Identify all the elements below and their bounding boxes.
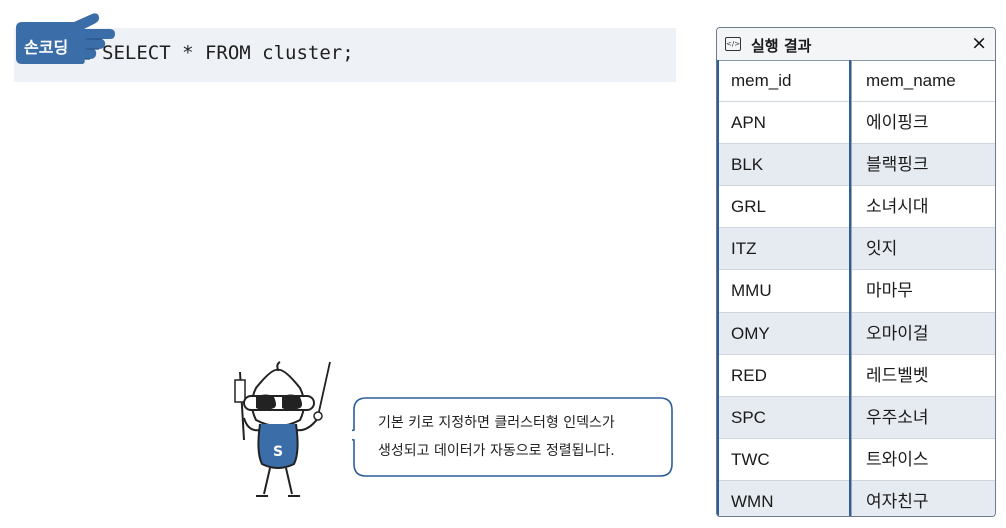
table-row: GRL 소녀시대 — [717, 186, 995, 229]
cell-mem-id: BLK — [731, 155, 764, 175]
cell-mem-name: 소녀시대 — [866, 197, 929, 217]
table-row: TWC 트와이스 — [717, 439, 995, 481]
cell-mem-id: APN — [731, 113, 766, 133]
result-panel: </> 실행 결과 × mem_id mem_name APN 에이핑크 BLK 블랙핑크… — [716, 27, 996, 517]
badge-label: 손코딩 — [24, 38, 69, 57]
result-panel-header: </> 실행 결과 × — [717, 28, 995, 61]
cell-mem-id: OMY — [731, 323, 770, 343]
table-row: SPC 우주소녀 — [717, 396, 995, 439]
cell-mem-id: RED — [731, 365, 767, 385]
table-row: RED 레드벨벳 — [717, 355, 995, 397]
speech-bubble-shape — [352, 397, 673, 477]
cell-mem-name: 우주소녀 — [866, 407, 929, 427]
cell-mem-name: 트와이스 — [866, 449, 929, 469]
table-header-row: mem_id mem_name — [717, 60, 995, 103]
cell-mem-name: 여자친구 — [866, 491, 929, 511]
cell-mem-id: ITZ — [731, 239, 757, 259]
hand-coding-badge: 손코딩 — [14, 12, 116, 66]
cell-mem-name: 에이핑크 — [866, 113, 929, 133]
column-header-mem-id: mem_id — [731, 71, 792, 90]
code-window-icon: </> — [725, 37, 741, 51]
table-row: MMU 마마무 — [717, 270, 995, 313]
cell-mem-id: GRL — [731, 197, 766, 217]
cell-mem-id: TWC — [731, 449, 770, 469]
table-row: APN 에이핑크 — [717, 102, 995, 145]
cell-mem-name: 잇지 — [866, 239, 898, 259]
table-row: ITZ 잇지 — [717, 228, 995, 271]
table-row: WMN 여자친구 — [717, 480, 995, 516]
cell-mem-name: 블랙핑크 — [866, 155, 929, 175]
cell-mem-name: 오마이걸 — [866, 323, 929, 343]
table-row: BLK 블랙핑크 — [717, 144, 995, 187]
callout-line-1: 기본 키로 지정하면 클러스터형 인덱스가 — [378, 415, 615, 431]
cell-mem-id: SPC — [731, 407, 766, 427]
column-header-mem-name: mem_name — [866, 71, 956, 90]
mascot-icon: S — [234, 361, 331, 497]
result-table: mem_id mem_name APN 에이핑크 BLK 블랙핑크 GRL 소녀시대 ITZ 잇지… — [717, 60, 995, 516]
close-icon[interactable]: × — [971, 32, 987, 54]
cell-mem-id: MMU — [731, 281, 772, 301]
result-panel-title: 실행 결과 — [751, 37, 812, 55]
callout-line-2: 생성되고 데이터가 자동으로 정렬됩니다. — [378, 443, 615, 459]
column-divider — [851, 60, 852, 516]
cell-mem-id: WMN — [731, 491, 774, 511]
cell-mem-name: 레드벨벳 — [866, 365, 929, 385]
cell-mem-name: 마마무 — [866, 281, 913, 301]
speech-bubble: 기본 키로 지정하면 클러스터형 인덱스가 생성되고 데이터가 자동으로 정렬됩… — [352, 396, 674, 478]
svg-text:S: S — [273, 444, 283, 460]
table-row: OMY 오마이걸 — [717, 312, 995, 355]
code-line: SELECT * FROM cluster; — [102, 42, 354, 64]
